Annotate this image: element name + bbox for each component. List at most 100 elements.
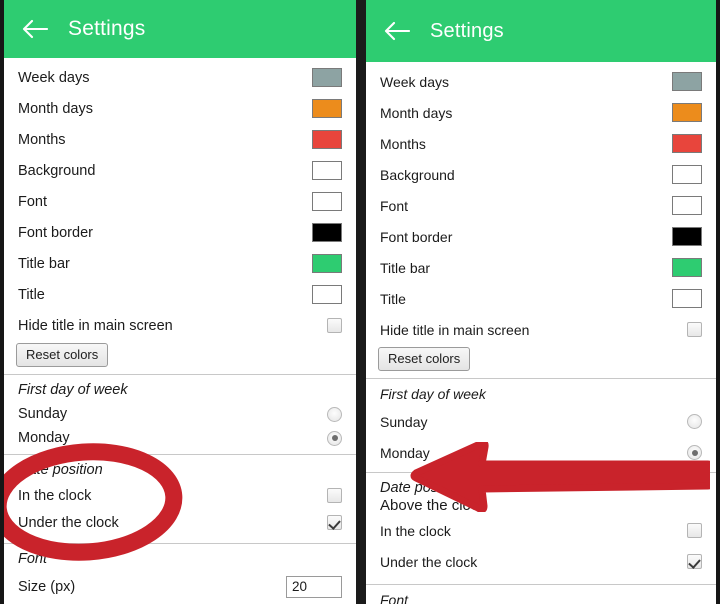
color-swatch-title[interactable] xyxy=(312,285,342,304)
back-arrow-icon[interactable] xyxy=(22,16,48,42)
date-position-option-in-the-clock[interactable]: In the clock xyxy=(4,482,356,509)
color-row-week-days[interactable]: Week days xyxy=(366,66,716,97)
radio-monday[interactable] xyxy=(327,430,342,446)
checkbox-under-the-clock[interactable] xyxy=(687,554,702,569)
back-arrow-icon[interactable] xyxy=(384,18,410,44)
color-swatch-title[interactable] xyxy=(672,289,702,308)
color-swatch-title-bar[interactable] xyxy=(672,258,702,277)
row-label: Months xyxy=(18,131,66,148)
row-label: Title bar xyxy=(18,255,70,272)
reset-colors-button[interactable]: Reset colors xyxy=(378,347,471,371)
app-bar-left: Settings xyxy=(4,0,356,58)
color-row-title-bar[interactable]: Title bar xyxy=(366,252,716,283)
color-row-font-border[interactable]: Font border xyxy=(366,221,716,252)
row-label: Font border xyxy=(380,228,453,245)
date-position-option-in-the-clock[interactable]: In the clock xyxy=(366,515,716,546)
font-size-label: Size (px) xyxy=(18,578,76,595)
font-size-row[interactable]: Size (px) 20 xyxy=(4,571,356,602)
color-row-month-days[interactable]: Month days xyxy=(366,97,716,128)
first-day-option-sunday[interactable]: Sunday xyxy=(366,406,716,437)
color-row-font-border[interactable]: Font border xyxy=(4,217,356,248)
color-row-font[interactable]: Font xyxy=(366,190,716,221)
color-row-months[interactable]: Months xyxy=(366,128,716,159)
first-day-heading: First day of week xyxy=(380,386,486,402)
hide-title-checkbox[interactable] xyxy=(687,322,702,337)
color-row-week-days[interactable]: Week days xyxy=(4,62,356,93)
row-label: Monday xyxy=(380,444,430,461)
app-bar-right: Settings xyxy=(366,0,716,62)
color-swatch-font[interactable] xyxy=(312,192,342,211)
radio-sunday[interactable] xyxy=(327,406,342,422)
checkbox-in-the-clock[interactable] xyxy=(327,488,342,503)
color-row-month-days[interactable]: Month days xyxy=(4,93,356,124)
hide-title-row[interactable]: Hide title in main screen xyxy=(366,314,716,345)
first-day-option-sunday[interactable]: Sunday xyxy=(4,402,356,426)
colors-section-right: Week days Month days Months Background F… xyxy=(366,62,716,379)
settings-screen-right: Settings Week days Month days Months Bac… xyxy=(366,0,716,604)
colors-section-left: Week days Month days Months Background F… xyxy=(4,58,356,375)
color-row-title[interactable]: Title xyxy=(4,279,356,310)
color-row-title[interactable]: Title xyxy=(366,283,716,314)
date-position-heading: Date position xyxy=(380,480,465,496)
font-section-right: Font Size (px) 20 xyxy=(366,585,716,604)
date-position-option-under-the-clock[interactable]: Under the clock xyxy=(4,509,356,536)
color-swatch-months[interactable] xyxy=(672,134,702,153)
row-label: Under the clock xyxy=(380,553,478,570)
color-swatch-week-days[interactable] xyxy=(312,68,342,87)
hide-title-row[interactable]: Hide title in main screen xyxy=(4,310,356,341)
color-swatch-background[interactable] xyxy=(312,161,342,180)
date-position-option-under-the-clock[interactable]: Under the clock xyxy=(366,546,716,577)
hide-title-label: Hide title in main screen xyxy=(380,321,530,338)
color-swatch-title-bar[interactable] xyxy=(312,254,342,273)
color-row-title-bar[interactable]: Title bar xyxy=(4,248,356,279)
color-row-background[interactable]: Background xyxy=(4,155,356,186)
color-row-months[interactable]: Months xyxy=(4,124,356,155)
row-label: Background xyxy=(18,162,96,179)
color-row-font[interactable]: Font xyxy=(4,186,356,217)
checkbox-in-the-clock[interactable] xyxy=(687,523,702,538)
color-swatch-month-days[interactable] xyxy=(672,103,702,122)
checkbox-under-the-clock[interactable] xyxy=(327,515,342,530)
row-label: In the clock xyxy=(380,522,451,539)
date-position-option-above-the-clock[interactable]: Above the clock xyxy=(366,496,716,515)
page-title: Settings xyxy=(430,19,504,42)
row-label: Title xyxy=(380,290,406,307)
row-label: Week days xyxy=(380,73,449,90)
radio-monday[interactable] xyxy=(687,445,702,460)
page-title: Settings xyxy=(68,17,146,40)
color-swatch-month-days[interactable] xyxy=(312,99,342,118)
row-label: Week days xyxy=(18,69,90,86)
first-day-section-right: First day of week Sunday Monday xyxy=(366,379,716,473)
color-row-background[interactable]: Background xyxy=(366,159,716,190)
row-label: Font xyxy=(18,193,48,210)
font-heading: Font xyxy=(18,551,48,567)
color-swatch-background[interactable] xyxy=(672,165,702,184)
reset-colors-button[interactable]: Reset colors xyxy=(16,343,109,367)
row-label: Sunday xyxy=(18,406,68,422)
first-day-section-left: First day of week Sunday Monday xyxy=(4,375,356,455)
row-label: Monday xyxy=(18,430,70,446)
hide-title-checkbox[interactable] xyxy=(327,318,342,333)
screenshot-root: Settings Week days Month days Months Bac… xyxy=(0,0,720,604)
date-position-section-left: Date position In the clock Under the clo… xyxy=(4,455,356,544)
row-label: In the clock xyxy=(18,487,92,504)
radio-sunday[interactable] xyxy=(687,414,702,429)
settings-screen-left: Settings Week days Month days Months Bac… xyxy=(4,0,356,604)
row-label: Background xyxy=(380,166,455,183)
first-day-heading: First day of week xyxy=(18,382,128,398)
color-swatch-font-border[interactable] xyxy=(672,227,702,246)
color-swatch-months[interactable] xyxy=(312,130,342,149)
date-position-heading: Date position xyxy=(18,462,103,478)
color-swatch-font[interactable] xyxy=(672,196,702,215)
color-swatch-week-days[interactable] xyxy=(672,72,702,91)
row-label: Month days xyxy=(380,104,453,121)
row-label: Title bar xyxy=(380,259,431,276)
first-day-option-monday[interactable]: Monday xyxy=(4,426,356,450)
row-label: Font xyxy=(380,197,409,214)
row-label: Month days xyxy=(18,100,93,117)
row-label: Sunday xyxy=(380,413,428,430)
panel-divider xyxy=(356,0,366,604)
color-swatch-font-border[interactable] xyxy=(312,223,342,242)
first-day-option-monday[interactable]: Monday xyxy=(366,437,716,468)
font-size-input[interactable]: 20 xyxy=(286,575,342,598)
